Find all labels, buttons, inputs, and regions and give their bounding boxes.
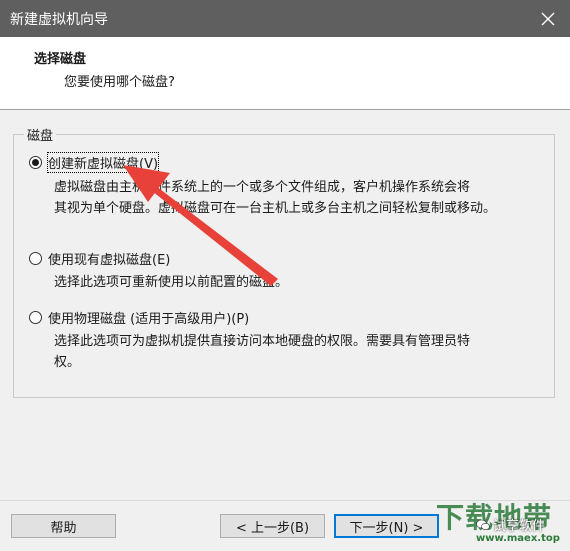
option-label-use-physical-disk: 使用物理磁盘 (适用于高级用户)(P) — [48, 312, 250, 327]
option-create-new-disk[interactable]: 创建新虚拟磁盘(V) — [29, 152, 160, 173]
groupbox-legend: 磁盘 — [24, 125, 57, 144]
back-button[interactable]: < 上一步(B) — [220, 514, 325, 538]
wizard-header: 选择磁盘 您要使用哪个磁盘? — [0, 37, 570, 110]
radio-use-physical-disk[interactable] — [29, 311, 42, 324]
page-title: 选择磁盘 — [34, 52, 87, 67]
description-line: 选择此选项可重新使用以前配置的磁盘。 — [54, 275, 289, 290]
watermark-url: www.maex.top — [476, 533, 560, 544]
next-button[interactable]: 下一步(N) > — [334, 514, 439, 538]
wechat-icon — [476, 519, 490, 530]
radio-create-new-disk[interactable] — [29, 156, 42, 169]
wechat-watermark: 试享软件 — [476, 515, 545, 534]
title-bar: 新建虚拟机向导 — [0, 0, 570, 37]
window-title: 新建虚拟机向导 — [10, 11, 108, 28]
option-description-use-physical-disk: 选择此选项可为虚拟机提供直接访问本地硬盘的权限。需要具有管理员特 权。 — [54, 331, 544, 373]
description-line: 选择此选项可为虚拟机提供直接访问本地硬盘的权限。需要具有管理员特 — [54, 334, 471, 349]
option-label-use-existing-disk: 使用现有虚拟磁盘(E) — [48, 253, 171, 268]
close-button[interactable] — [526, 0, 570, 37]
close-icon — [541, 12, 555, 25]
option-description-use-existing-disk: 选择此选项可重新使用以前配置的磁盘。 — [54, 272, 544, 293]
wizard-window: 新建虚拟机向导 选择磁盘 您要使用哪个磁盘? 磁盘 创建新虚拟磁盘(V) 虚拟磁… — [0, 0, 570, 551]
option-use-physical-disk[interactable]: 使用物理磁盘 (适用于高级用户)(P) — [29, 308, 249, 327]
page-subtitle: 您要使用哪个磁盘? — [64, 75, 175, 90]
wechat-account-name: 试享软件 — [493, 519, 546, 534]
description-line: 权。 — [54, 355, 81, 370]
description-line: 虚拟磁盘由主机文件系统上的一个或多个文件组成，客户机操作系统会将 — [54, 180, 471, 195]
description-line: 其视为单个硬盘。虚拟磁盘可在一台主机上或多台主机之间轻松复制或移动。 — [54, 201, 497, 216]
option-use-existing-disk[interactable]: 使用现有虚拟磁盘(E) — [29, 249, 170, 268]
help-button[interactable]: 帮助 — [11, 514, 116, 538]
option-label-create-new-disk: 创建新虚拟磁盘(V) — [46, 152, 160, 173]
option-description-create-new-disk: 虚拟磁盘由主机文件系统上的一个或多个文件组成，客户机操作系统会将 其视为单个硬盘… — [54, 177, 544, 219]
radio-use-existing-disk[interactable] — [29, 252, 42, 265]
